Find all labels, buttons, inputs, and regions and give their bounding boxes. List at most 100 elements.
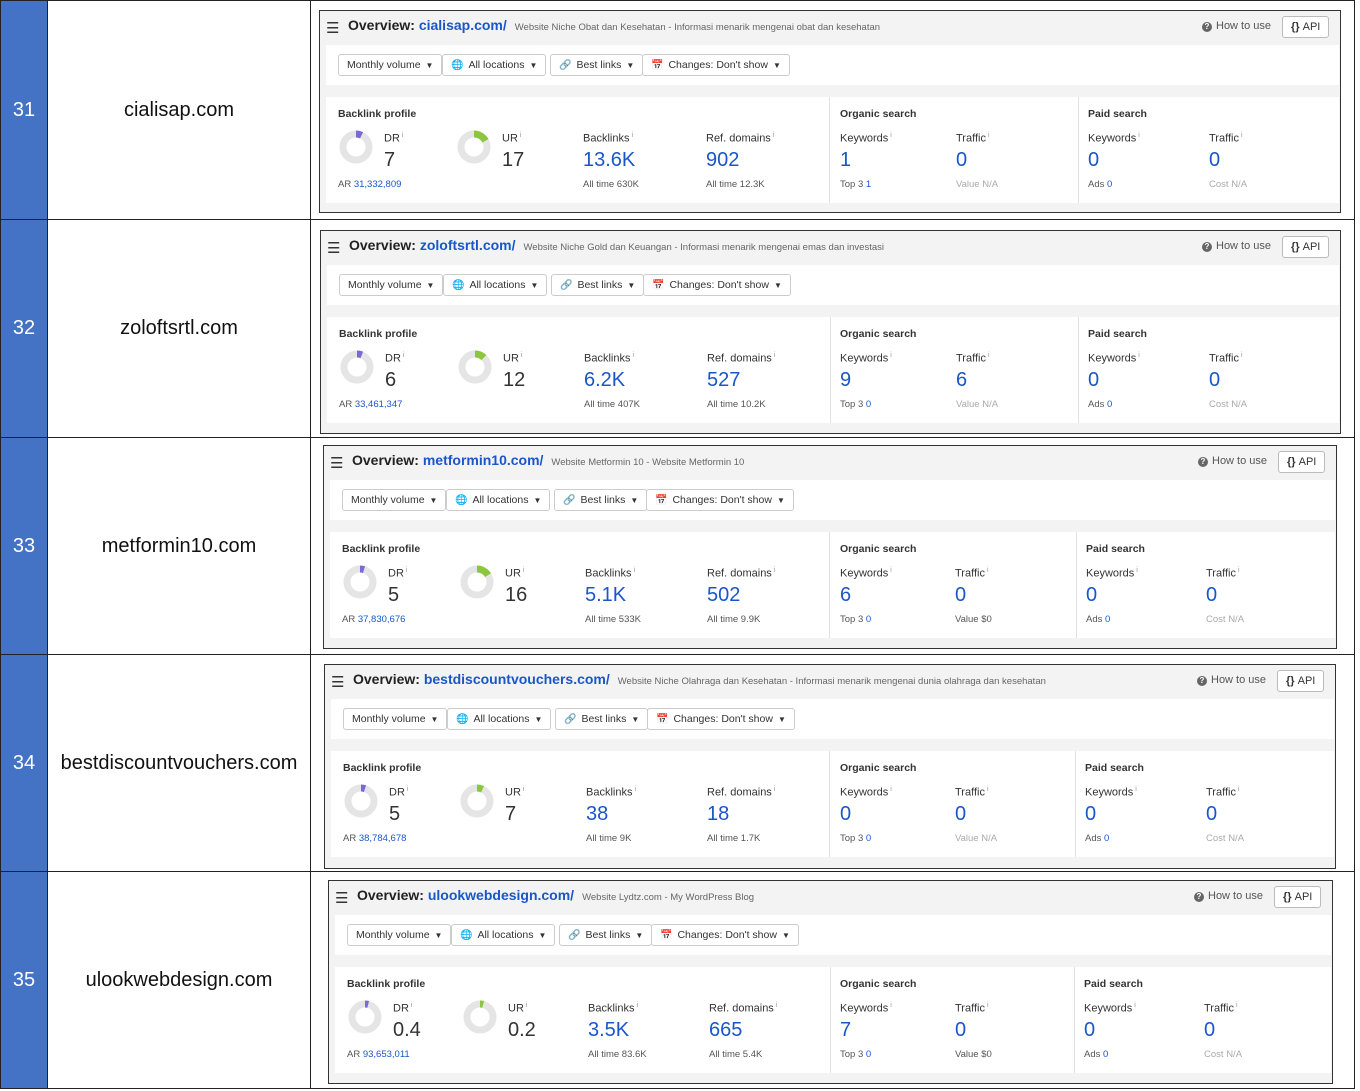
- hamburger-menu-icon[interactable]: ☰: [330, 454, 343, 472]
- locations-dropdown[interactable]: 🌐 All locations ▼: [447, 708, 552, 730]
- overview-panel: ☰ Overview: cialisap.com/Website Niche Ob…: [319, 10, 1341, 213]
- info-icon: i: [772, 132, 775, 139]
- backlinks-all-time: All time 9K: [586, 833, 631, 844]
- site-link[interactable]: bestdiscountvouchers.com/: [424, 671, 610, 687]
- ref-domains-all-time-value: 10.2K: [740, 399, 766, 410]
- changes-dropdown[interactable]: 📅 Changes: Don't show ▼: [642, 54, 790, 76]
- locations-dropdown[interactable]: 🌐 All locations ▼: [451, 924, 556, 946]
- organic-keywords-label: Keywords i: [840, 132, 892, 145]
- how-to-use-link[interactable]: ? How to use: [1202, 20, 1271, 32]
- overview-title: Overview: ulookwebdesign.com/Website Lyd…: [357, 887, 754, 903]
- paid-keywords-value: 0: [1085, 803, 1097, 825]
- ref-domains-all-time-value: 5.4K: [742, 1049, 763, 1060]
- how-to-use-link[interactable]: ? How to use: [1202, 240, 1271, 252]
- api-button[interactable]: {} API: [1274, 886, 1322, 908]
- site-link[interactable]: metformin10.com/: [423, 452, 544, 468]
- info-icon: i: [1135, 786, 1137, 793]
- organic-top3-value: 0: [865, 614, 872, 625]
- info-icon: i: [522, 567, 525, 574]
- backlinks-value: 13.6K: [583, 149, 636, 171]
- site-link[interactable]: zoloftsrtl.com/: [420, 237, 516, 253]
- organic-value-value: N/A: [981, 833, 998, 844]
- best-links-dropdown[interactable]: 🔗 Best links ▼: [551, 274, 645, 296]
- ref-domains-label-text: Ref. domains: [706, 132, 771, 145]
- backlinks-all-time: All time 533K: [585, 614, 641, 625]
- ref-domains-all-time-value: 1.7K: [740, 833, 761, 844]
- overview-label: Overview:: [348, 17, 415, 33]
- hamburger-menu-icon[interactable]: ☰: [327, 239, 340, 257]
- best-links-dropdown[interactable]: 🔗 Best links ▼: [559, 924, 653, 946]
- overview-title: Overview: cialisap.com/Website Niche Oba…: [348, 17, 880, 33]
- volume-dropdown[interactable]: Monthly volume ▼: [342, 489, 447, 511]
- globe-icon: 🌐: [455, 495, 468, 506]
- how-to-use-link[interactable]: ? How to use: [1194, 890, 1263, 902]
- backlinks-label: Backlinks i: [583, 132, 633, 145]
- ref-domains-label: Ref. domains i: [707, 352, 775, 365]
- best-links-dropdown[interactable]: 🔗 Best links ▼: [555, 708, 649, 730]
- table-row: 35 ulookwebdesign.com ☰ Overview: ulookwebd…: [0, 871, 1355, 1089]
- organic-value-label: Value: [956, 179, 980, 190]
- api-button[interactable]: {} API: [1278, 451, 1326, 473]
- calendar-icon: 📅: [655, 495, 668, 506]
- volume-dropdown[interactable]: Monthly volume ▼: [338, 54, 443, 76]
- locations-dropdown[interactable]: 🌐 All locations ▼: [443, 274, 548, 296]
- organic-traffic-label-text: Traffic: [956, 132, 986, 145]
- backlinks-value: 38: [586, 803, 609, 825]
- caret-down-icon: ▼: [430, 715, 439, 724]
- volume-dropdown[interactable]: Monthly volume ▼: [343, 708, 448, 730]
- site-link[interactable]: cialisap.com/: [419, 17, 507, 33]
- info-icon: i: [525, 1002, 528, 1009]
- changes-dropdown[interactable]: 📅 Changes: Don't show ▼: [646, 489, 794, 511]
- locations-dropdown[interactable]: 🌐 All locations ▼: [442, 54, 547, 76]
- info-icon: i: [986, 1002, 989, 1009]
- site-description: Website Niche Obat dan Kesehatan - Infor…: [514, 22, 881, 33]
- backlinks-all-time-value: 83.6K: [621, 1049, 647, 1060]
- changes-dropdown-label: Changes: Don't show: [672, 494, 772, 506]
- changes-dropdown[interactable]: 📅 Changes: Don't show ▼: [643, 274, 791, 296]
- question-circle-icon: ?: [1194, 892, 1204, 902]
- hamburger-menu-icon[interactable]: ☰: [331, 673, 344, 691]
- globe-icon: 🌐: [456, 714, 469, 725]
- overview-panel: ☰ Overview: bestdiscountvouchers.com/Webs…: [324, 664, 1336, 869]
- link-icon: 🔗: [559, 60, 572, 71]
- paid-search-title: Paid search: [1085, 762, 1144, 774]
- domain-name: bestdiscountvouchers.com: [48, 655, 311, 871]
- best-links-dropdown[interactable]: 🔗 Best links ▼: [554, 489, 648, 511]
- paid-ads: Ads 0: [1084, 1049, 1108, 1060]
- volume-dropdown[interactable]: Monthly volume ▼: [339, 274, 444, 296]
- api-button[interactable]: {} API: [1277, 670, 1325, 692]
- locations-dropdown[interactable]: 🌐 All locations ▼: [446, 489, 551, 511]
- link-icon: 🔗: [560, 280, 573, 291]
- changes-dropdown[interactable]: 📅 Changes: Don't show ▼: [647, 708, 795, 730]
- backlinks-value: 6.2K: [584, 369, 626, 391]
- organic-keywords-label: Keywords i: [840, 352, 892, 365]
- organic-traffic-value: 6: [956, 369, 968, 391]
- api-button[interactable]: {} API: [1282, 16, 1330, 38]
- best-links-dropdown[interactable]: 🔗 Best links ▼: [550, 54, 644, 76]
- organic-value-label: Value: [955, 1049, 979, 1060]
- backlinks-all-time-value: 407K: [617, 399, 640, 410]
- locations-dropdown-label: All locations: [473, 713, 530, 725]
- best-links-dropdown-label: Best links: [580, 494, 626, 506]
- paid-keywords-value: 0: [1088, 149, 1100, 171]
- hamburger-menu-icon[interactable]: ☰: [335, 889, 348, 907]
- site-description: Website Niche Gold dan Keuangan - Inform…: [523, 242, 885, 253]
- info-icon: i: [1136, 567, 1138, 574]
- caret-down-icon: ▼: [631, 715, 640, 724]
- site-link[interactable]: ulookwebdesign.com/: [428, 887, 574, 903]
- hamburger-menu-icon[interactable]: ☰: [326, 19, 339, 37]
- organic-top3-label: Top 3: [840, 399, 864, 410]
- ref-domains-all-time-label: All time: [707, 614, 739, 625]
- info-icon: i: [519, 132, 522, 139]
- organic-top3: Top 3 0: [840, 399, 871, 410]
- api-button[interactable]: {} API: [1282, 236, 1330, 258]
- how-to-use-link[interactable]: ? How to use: [1197, 674, 1266, 686]
- organic-traffic-label-text: Traffic: [956, 352, 986, 365]
- how-to-use-link[interactable]: ? How to use: [1198, 455, 1267, 467]
- info-icon: i: [1134, 1002, 1136, 1009]
- info-icon: i: [987, 352, 990, 359]
- volume-dropdown[interactable]: Monthly volume ▼: [347, 924, 452, 946]
- paid-traffic-label-text: Traffic: [1204, 1002, 1234, 1015]
- caret-down-icon: ▼: [530, 281, 539, 290]
- changes-dropdown[interactable]: 📅 Changes: Don't show ▼: [651, 924, 799, 946]
